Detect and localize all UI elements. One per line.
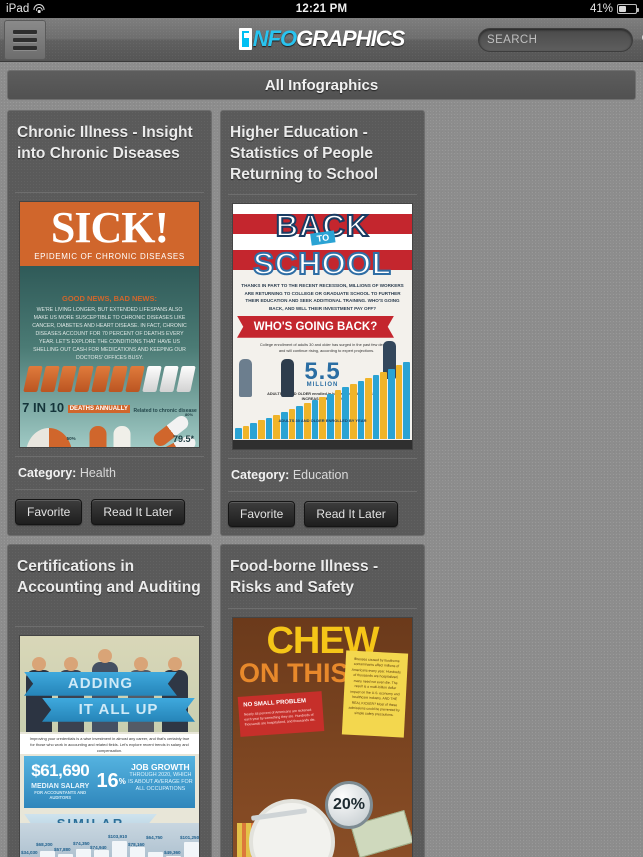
- poster-banner-line2: IT ALL UP: [42, 697, 195, 722]
- card-thumbnail-image[interactable]: ADDING IT ALL UP Improving your credenti…: [19, 634, 200, 857]
- poster-body: GOOD NEWS, BAD NEWS: WE'RE LIVING LONGER…: [20, 266, 199, 447]
- poster-bar-chart: [235, 361, 411, 439]
- poster-stats-band: $61,690 MEDIAN SALARY FOR ACCOUNTANTS AN…: [24, 755, 195, 808]
- poster-salary-sub: FOR ACCOUNTANTS AND AUDITORS: [34, 789, 87, 800]
- ios-status-bar: iPad 12:21 PM 41%: [0, 0, 643, 18]
- battery-percent-label: 41%: [589, 3, 613, 15]
- poster-salary-bars: $34,030 $68,200 $57,880 $74,350 $74,940 …: [20, 822, 200, 857]
- poster-chart-label: ADULTS 30 AND OLDER ENROLLED BY YEAR: [278, 417, 367, 423]
- poster-growth-unit: %: [118, 777, 126, 787]
- status-bar-clock: 12:21 PM: [295, 3, 348, 15]
- card-thumbnail-image[interactable]: CHEW ON THIS Illnesses caused by foodbor…: [232, 616, 413, 857]
- category-value: Education: [292, 467, 349, 482]
- infographics-grid: Chronic Illness - Insight into Chronic D…: [7, 110, 636, 857]
- card-thumbnail-image[interactable]: BACK TO SCHOOL THANKS IN PART TO THE REC…: [232, 202, 413, 450]
- poster-intro-text: THANKS IN PART TO THE RECENT RECESSION, …: [241, 282, 404, 312]
- read-it-later-button[interactable]: Read It Later: [91, 499, 185, 525]
- card-thumbnail-wrap[interactable]: CHEW ON THIS Illnesses caused by foodbor…: [228, 609, 417, 857]
- infographic-card[interactable]: Chronic Illness - Insight into Chronic D…: [7, 110, 212, 536]
- infographic-card[interactable]: Higher Education - Statistics of People …: [220, 110, 425, 536]
- logo-text-cyan: NFO: [252, 26, 297, 51]
- content-area: All Infographics Chronic Illness - Insig…: [0, 62, 643, 857]
- plate-graphic: [249, 798, 335, 857]
- skull-icon: [26, 428, 72, 447]
- read-it-later-button[interactable]: Read It Later: [304, 500, 398, 527]
- bar-value-label: $49,360: [164, 849, 181, 855]
- poster-subheadline: EPIDEMIC OF CHRONIC DISEASES: [34, 252, 185, 261]
- card-title: Food-borne Illness - Risks and Safety: [228, 551, 417, 609]
- card-title: Higher Education - Statistics of People …: [228, 117, 417, 195]
- poster-badge-value: 20%: [325, 780, 373, 829]
- poster-paragraph: WE'RE LIVING LONGER, BUT EXTENDED LIFESP…: [32, 307, 187, 362]
- poster-stat-badge: DEATHS ANNUALLY: [67, 404, 130, 413]
- search-input[interactable]: [487, 33, 641, 46]
- infographic-card[interactable]: Food-borne Illness - Risks and Safety CH…: [220, 543, 425, 857]
- top-navigation-bar: NFOGRAPHICS: [0, 18, 643, 62]
- poster-salary-label: MEDIAN SALARY: [31, 782, 90, 790]
- app-root: iPad 12:21 PM 41% NFOGRAPHICS SEARCH All…: [0, 0, 643, 857]
- poster-red-body: Nearly 48 percent of Americans are sicke…: [243, 707, 316, 727]
- poster-yellow-note: Illnesses caused by foodborne contaminan…: [341, 650, 409, 738]
- card-category: Category: Education: [228, 457, 417, 491]
- poster-stat-50: 50%: [66, 436, 76, 441]
- section-title-bar: All Infographics: [7, 70, 636, 100]
- poster-word-school: SCHOOL: [252, 245, 392, 282]
- card-thumbnail-wrap[interactable]: ADDING IT ALL UP Improving your credenti…: [15, 627, 204, 857]
- people-icons: [89, 426, 130, 447]
- status-bar-right: 41%: [589, 3, 639, 15]
- poster-banner-subtext: College enrollment of adults 30 and olde…: [259, 341, 394, 354]
- poster-footer-value: 79.5*: [172, 434, 194, 444]
- status-bar-left: iPad: [6, 3, 45, 15]
- poster-salary-value: $61,690: [31, 760, 90, 780]
- bar-value-label: $64,750: [146, 834, 163, 840]
- poster-banner: WHO'S GOING BACK?: [237, 315, 394, 338]
- poster-subheadline: ON THIS: [239, 657, 349, 688]
- bar-value-label: $78,160: [128, 841, 145, 847]
- card-thumbnail-image[interactable]: SICK! EPIDEMIC OF CHRONIC DISEASES GOOD …: [19, 201, 200, 448]
- bar-value-label: $68,200: [36, 841, 53, 847]
- card-thumbnail-wrap[interactable]: SICK! EPIDEMIC OF CHRONIC DISEASES GOOD …: [15, 193, 204, 456]
- poster-section-label: GOOD NEWS, BAD NEWS:: [62, 294, 157, 303]
- card-actions: Favorite Read It Later: [15, 489, 204, 525]
- card-title: Chronic Illness - Insight into Chronic D…: [15, 117, 204, 193]
- category-label: Category:: [18, 466, 77, 480]
- search-box[interactable]: [478, 27, 643, 52]
- poster-headline: SICK!: [50, 203, 169, 252]
- poster-banner-line1: ADDING: [24, 671, 177, 696]
- poster-red-note: NO SMALL PROBLEM Nearly 48 percent of Am…: [237, 690, 325, 737]
- bar-value-label: $34,030: [21, 849, 38, 855]
- poster-stat-80: 80%: [185, 412, 194, 417]
- pill-row-graphic: [23, 366, 196, 392]
- poster-note-text: Improving your credentials is a wise inv…: [20, 733, 199, 754]
- infographic-card[interactable]: Certifications in Accounting and Auditin…: [7, 543, 212, 857]
- card-actions: Favorite Read It Later: [228, 490, 417, 527]
- favorite-button[interactable]: Favorite: [15, 499, 83, 525]
- device-label: iPad: [6, 3, 30, 15]
- poster-growth-value: 16: [96, 770, 119, 793]
- page-title: All Infographics: [264, 76, 379, 94]
- category-label: Category:: [231, 467, 290, 482]
- card-title: Certifications in Accounting and Auditin…: [15, 551, 204, 627]
- bar-value-label: $103,910: [108, 833, 128, 839]
- favorite-button[interactable]: Favorite: [228, 500, 296, 527]
- poster-growth-sub: THROUGH 2020, WHICH IS ABOUT AVERAGE FOR…: [128, 772, 193, 793]
- poster-stat-ratio: 7 IN 10 DEATHS ANNUALLY Related to chron…: [22, 400, 197, 415]
- wifi-icon: [33, 4, 45, 14]
- category-value: Health: [79, 466, 116, 480]
- battery-icon: [617, 4, 639, 14]
- logo-mark-icon: [238, 28, 252, 50]
- card-thumbnail-wrap[interactable]: BACK TO SCHOOL THANKS IN PART TO THE REC…: [228, 195, 417, 458]
- poster-growth-title: JOB GROWTH: [131, 761, 190, 772]
- bar-value-label: $101,250: [180, 834, 200, 840]
- bar-value-label: $74,350: [73, 840, 90, 846]
- bar-value-label: $74,940: [90, 844, 107, 850]
- card-category: Category: Health: [15, 456, 204, 489]
- bar-value-label: $57,880: [54, 846, 71, 852]
- logo-text-white: GRAPHICS: [296, 26, 405, 51]
- hamburger-menu-icon[interactable]: [4, 19, 46, 60]
- poster-ground-strip: [233, 439, 412, 449]
- search-container: [478, 27, 643, 52]
